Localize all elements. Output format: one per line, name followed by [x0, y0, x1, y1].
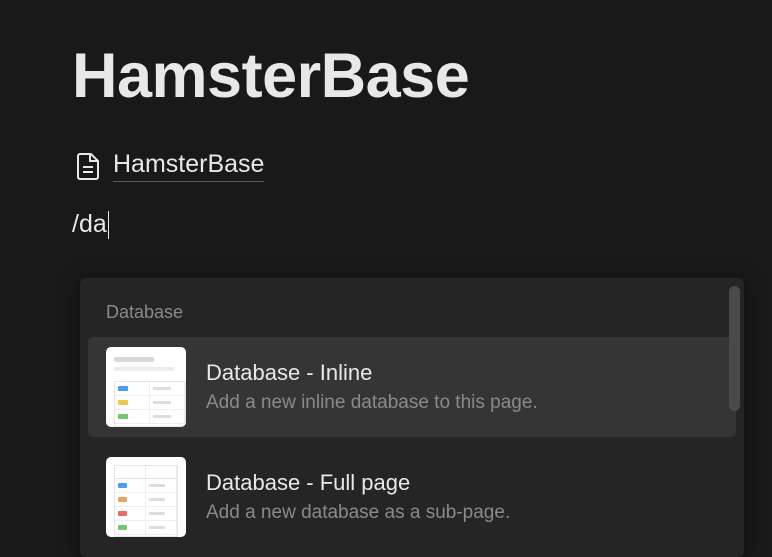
popup-item-title: Database - Inline — [206, 360, 538, 386]
database-fullpage-thumb-icon — [106, 457, 186, 537]
page-icon — [75, 151, 101, 181]
popup-item-desc: Add a new database as a sub-page. — [206, 502, 510, 524]
popup-item-text: Database - Full page Add a new database … — [206, 470, 510, 524]
breadcrumb[interactable]: HamsterBase — [75, 150, 772, 182]
breadcrumb-label[interactable]: HamsterBase — [113, 150, 264, 182]
text-cursor — [108, 211, 110, 239]
slash-input-text: /da — [72, 210, 107, 239]
popup-item-database-inline[interactable]: Database - Inline Add a new inline datab… — [88, 337, 736, 437]
popup-section-label: Database — [80, 290, 744, 337]
popup-item-title: Database - Full page — [206, 470, 510, 496]
popup-item-desc: Add a new inline database to this page. — [206, 392, 538, 414]
slash-command-popup: Database Database - Inline Add a new inl… — [80, 278, 744, 557]
popup-item-text: Database - Inline Add a new inline datab… — [206, 360, 538, 414]
scrollbar[interactable] — [729, 286, 740, 411]
popup-item-database-fullpage[interactable]: Database - Full page Add a new database … — [88, 447, 736, 547]
database-inline-thumb-icon — [106, 347, 186, 427]
slash-command-input[interactable]: /da — [72, 210, 772, 239]
page-title[interactable]: HamsterBase — [0, 0, 772, 112]
